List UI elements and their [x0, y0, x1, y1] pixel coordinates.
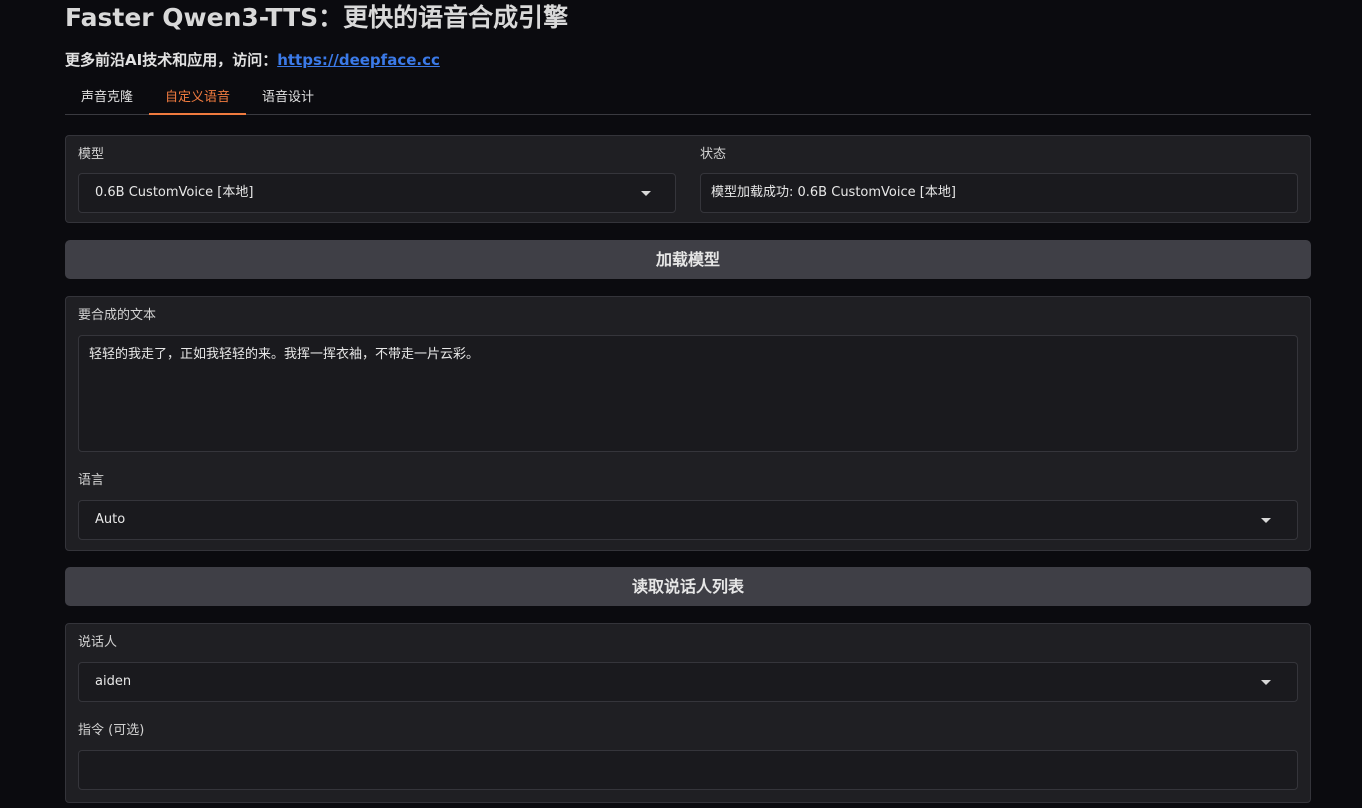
deepface-link[interactable]: https://deepface.cc [277, 51, 440, 69]
text-input-value: 轻轻的我走了，正如我轻轻的来。我挥一挥衣袖，不带走一片云彩。 [89, 347, 480, 362]
speaker-select-value: aiden [95, 674, 132, 689]
instruction-label: 指令 (可选) [78, 723, 145, 738]
model-select[interactable]: 0.6B CustomVoice [本地] [78, 173, 676, 213]
model-panel: 模型 0.6B CustomVoice [本地] 状态 模型加载成功: 0.6B… [65, 135, 1311, 223]
text-panel: 要合成的文本 轻轻的我走了，正如我轻轻的来。我挥一挥衣袖，不带走一片云彩。 语言… [65, 296, 1311, 551]
tab-custom-voice[interactable]: 自定义语音 [149, 82, 247, 115]
tab-bar: 声音克隆 自定义语音 语音设计 [65, 82, 1311, 115]
text-input[interactable]: 轻轻的我走了，正如我轻轻的来。我挥一挥衣袖，不带走一片云彩。 [78, 335, 1298, 452]
chevron-down-icon [641, 191, 651, 196]
tab-voice-clone[interactable]: 声音克隆 [65, 82, 149, 114]
speaker-label: 说话人 [78, 635, 118, 650]
status-field[interactable]: 模型加载成功: 0.6B CustomVoice [本地] [700, 173, 1298, 213]
page-title: Faster Qwen3-TTS：更快的语音合成引擎 [65, 3, 569, 32]
language-select[interactable]: Auto [78, 500, 1298, 540]
subtitle: 更多前沿AI技术和应用，访问：https://deepface.cc [65, 48, 440, 72]
status-label: 状态 [700, 147, 727, 162]
status-value: 模型加载成功: 0.6B CustomVoice [本地] [711, 185, 956, 200]
language-label: 语言 [78, 473, 105, 488]
model-select-value: 0.6B CustomVoice [本地] [95, 185, 254, 200]
speaker-panel: 说话人 aiden 指令 (可选) [65, 623, 1311, 803]
load-model-button[interactable]: 加载模型 [65, 240, 1311, 279]
tab-voice-design[interactable]: 语音设计 [246, 82, 330, 114]
subtitle-text: 更多前沿AI技术和应用，访问： [65, 51, 278, 69]
chevron-down-icon [1261, 518, 1271, 523]
speaker-select[interactable]: aiden [78, 662, 1298, 702]
text-label: 要合成的文本 [78, 308, 157, 323]
instruction-input[interactable] [78, 750, 1298, 790]
chevron-down-icon [1261, 680, 1271, 685]
load-speakers-button[interactable]: 读取说话人列表 [65, 567, 1311, 606]
model-label: 模型 [78, 147, 105, 162]
language-select-value: Auto [95, 512, 126, 527]
